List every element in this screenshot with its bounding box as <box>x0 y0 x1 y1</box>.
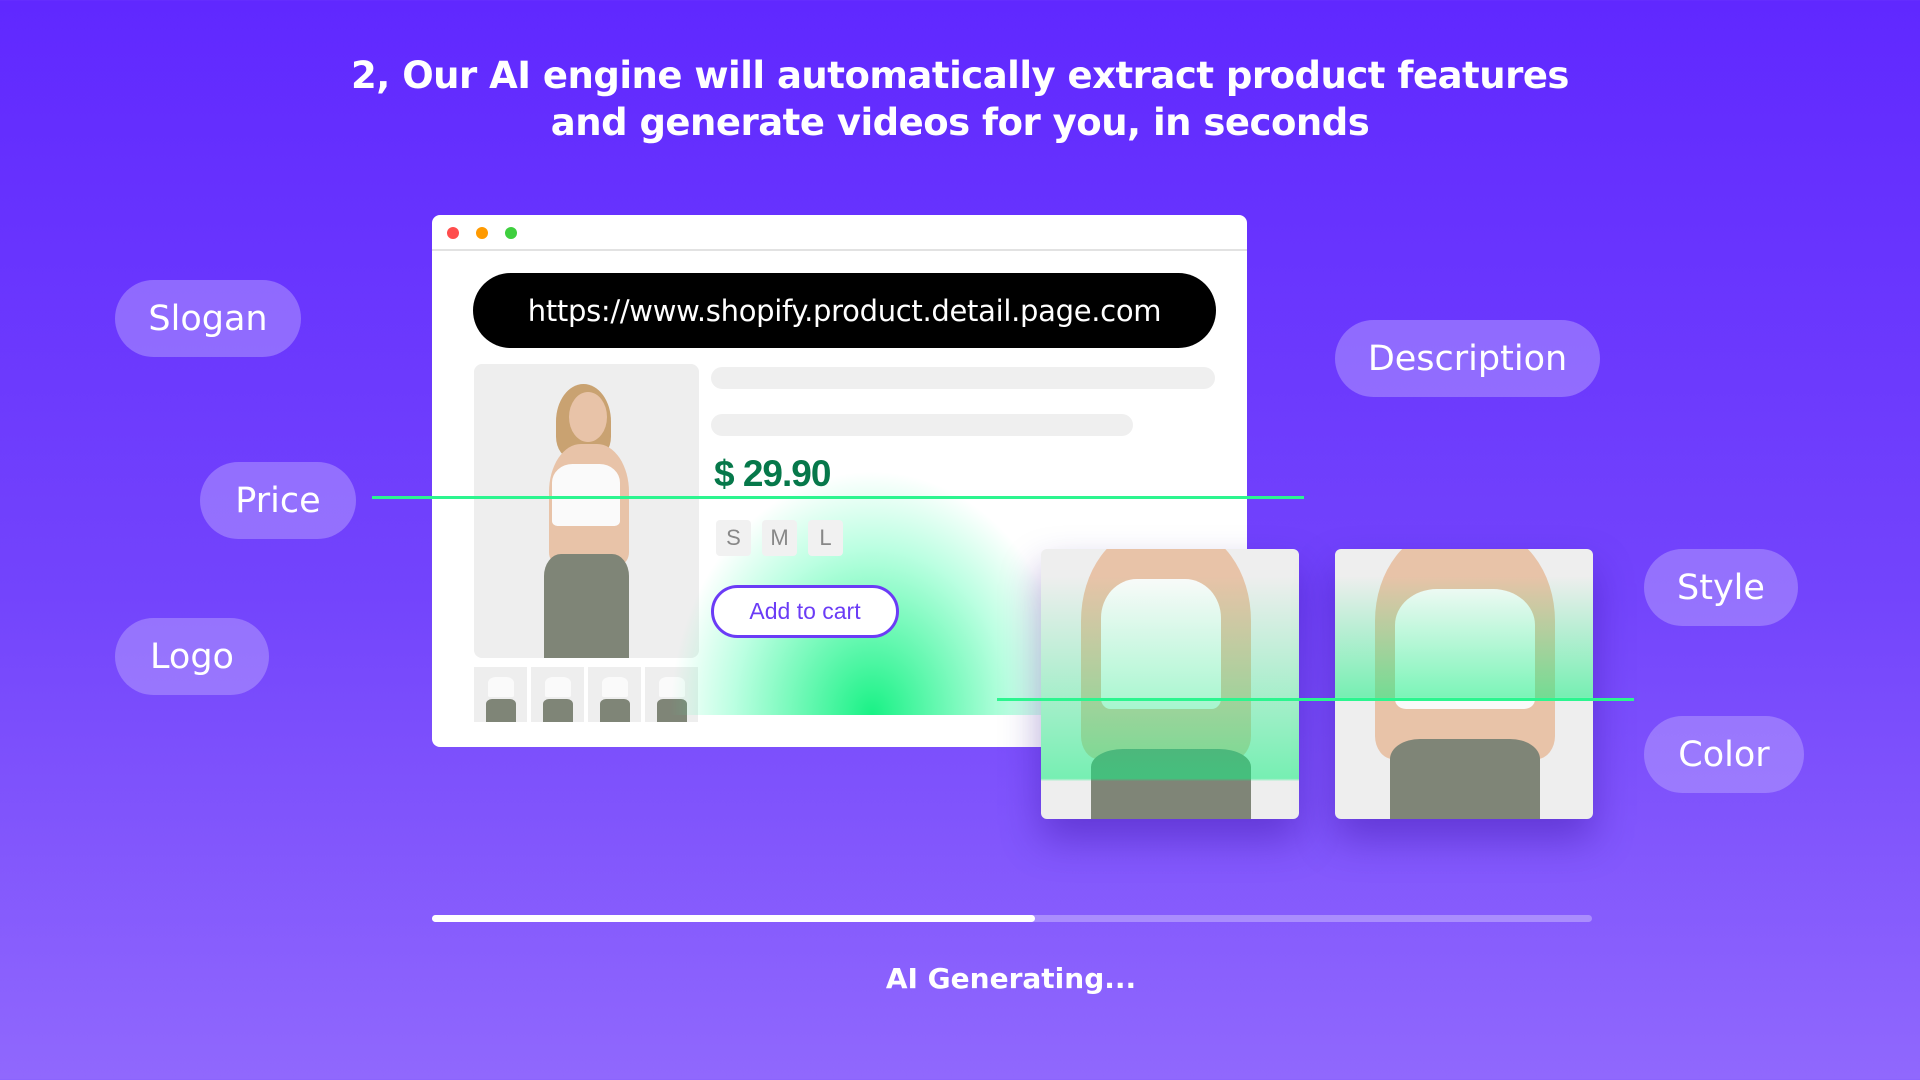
generation-progress-bar <box>432 915 1592 922</box>
generating-status: AI Generating... <box>885 962 1137 995</box>
size-option-m[interactable]: M <box>762 520 797 556</box>
scan-line-price <box>372 496 1304 499</box>
product-price: $ 29.90 <box>714 453 831 494</box>
maximize-dot-icon[interactable] <box>505 227 517 239</box>
tag-description: Description <box>1335 320 1600 397</box>
subtitle-placeholder <box>711 414 1133 436</box>
tag-price: Price <box>200 462 356 539</box>
minimize-dot-icon[interactable] <box>476 227 488 239</box>
heading-line-1: 2, Our AI engine will automatically extr… <box>351 54 1569 97</box>
size-option-s[interactable]: S <box>716 520 751 556</box>
thumbnail[interactable] <box>531 667 584 722</box>
size-option-l[interactable]: L <box>808 520 843 556</box>
tag-style: Style <box>1644 549 1798 626</box>
tag-slogan: Slogan <box>115 280 301 357</box>
scan-line-style <box>997 698 1634 701</box>
title-placeholder <box>711 367 1215 389</box>
heading-line-2: and generate videos for you, in seconds <box>550 101 1370 144</box>
thumbnail[interactable] <box>645 667 698 722</box>
progress-fill <box>432 915 1036 922</box>
style-image-1 <box>1041 549 1299 819</box>
product-main-image[interactable] <box>474 364 699 658</box>
url-bar[interactable]: https://www.shopify.product.detail.page.… <box>473 273 1216 348</box>
browser-titlebar <box>432 215 1247 251</box>
page-heading: 2, Our AI engine will automatically extr… <box>0 52 1920 146</box>
add-to-cart-button[interactable]: Add to cart <box>711 585 899 638</box>
style-image-2 <box>1335 549 1593 819</box>
tag-logo: Logo <box>115 618 269 695</box>
tag-color: Color <box>1644 716 1804 793</box>
close-dot-icon[interactable] <box>447 227 459 239</box>
thumbnail[interactable] <box>588 667 641 722</box>
thumbnail[interactable] <box>474 667 527 722</box>
